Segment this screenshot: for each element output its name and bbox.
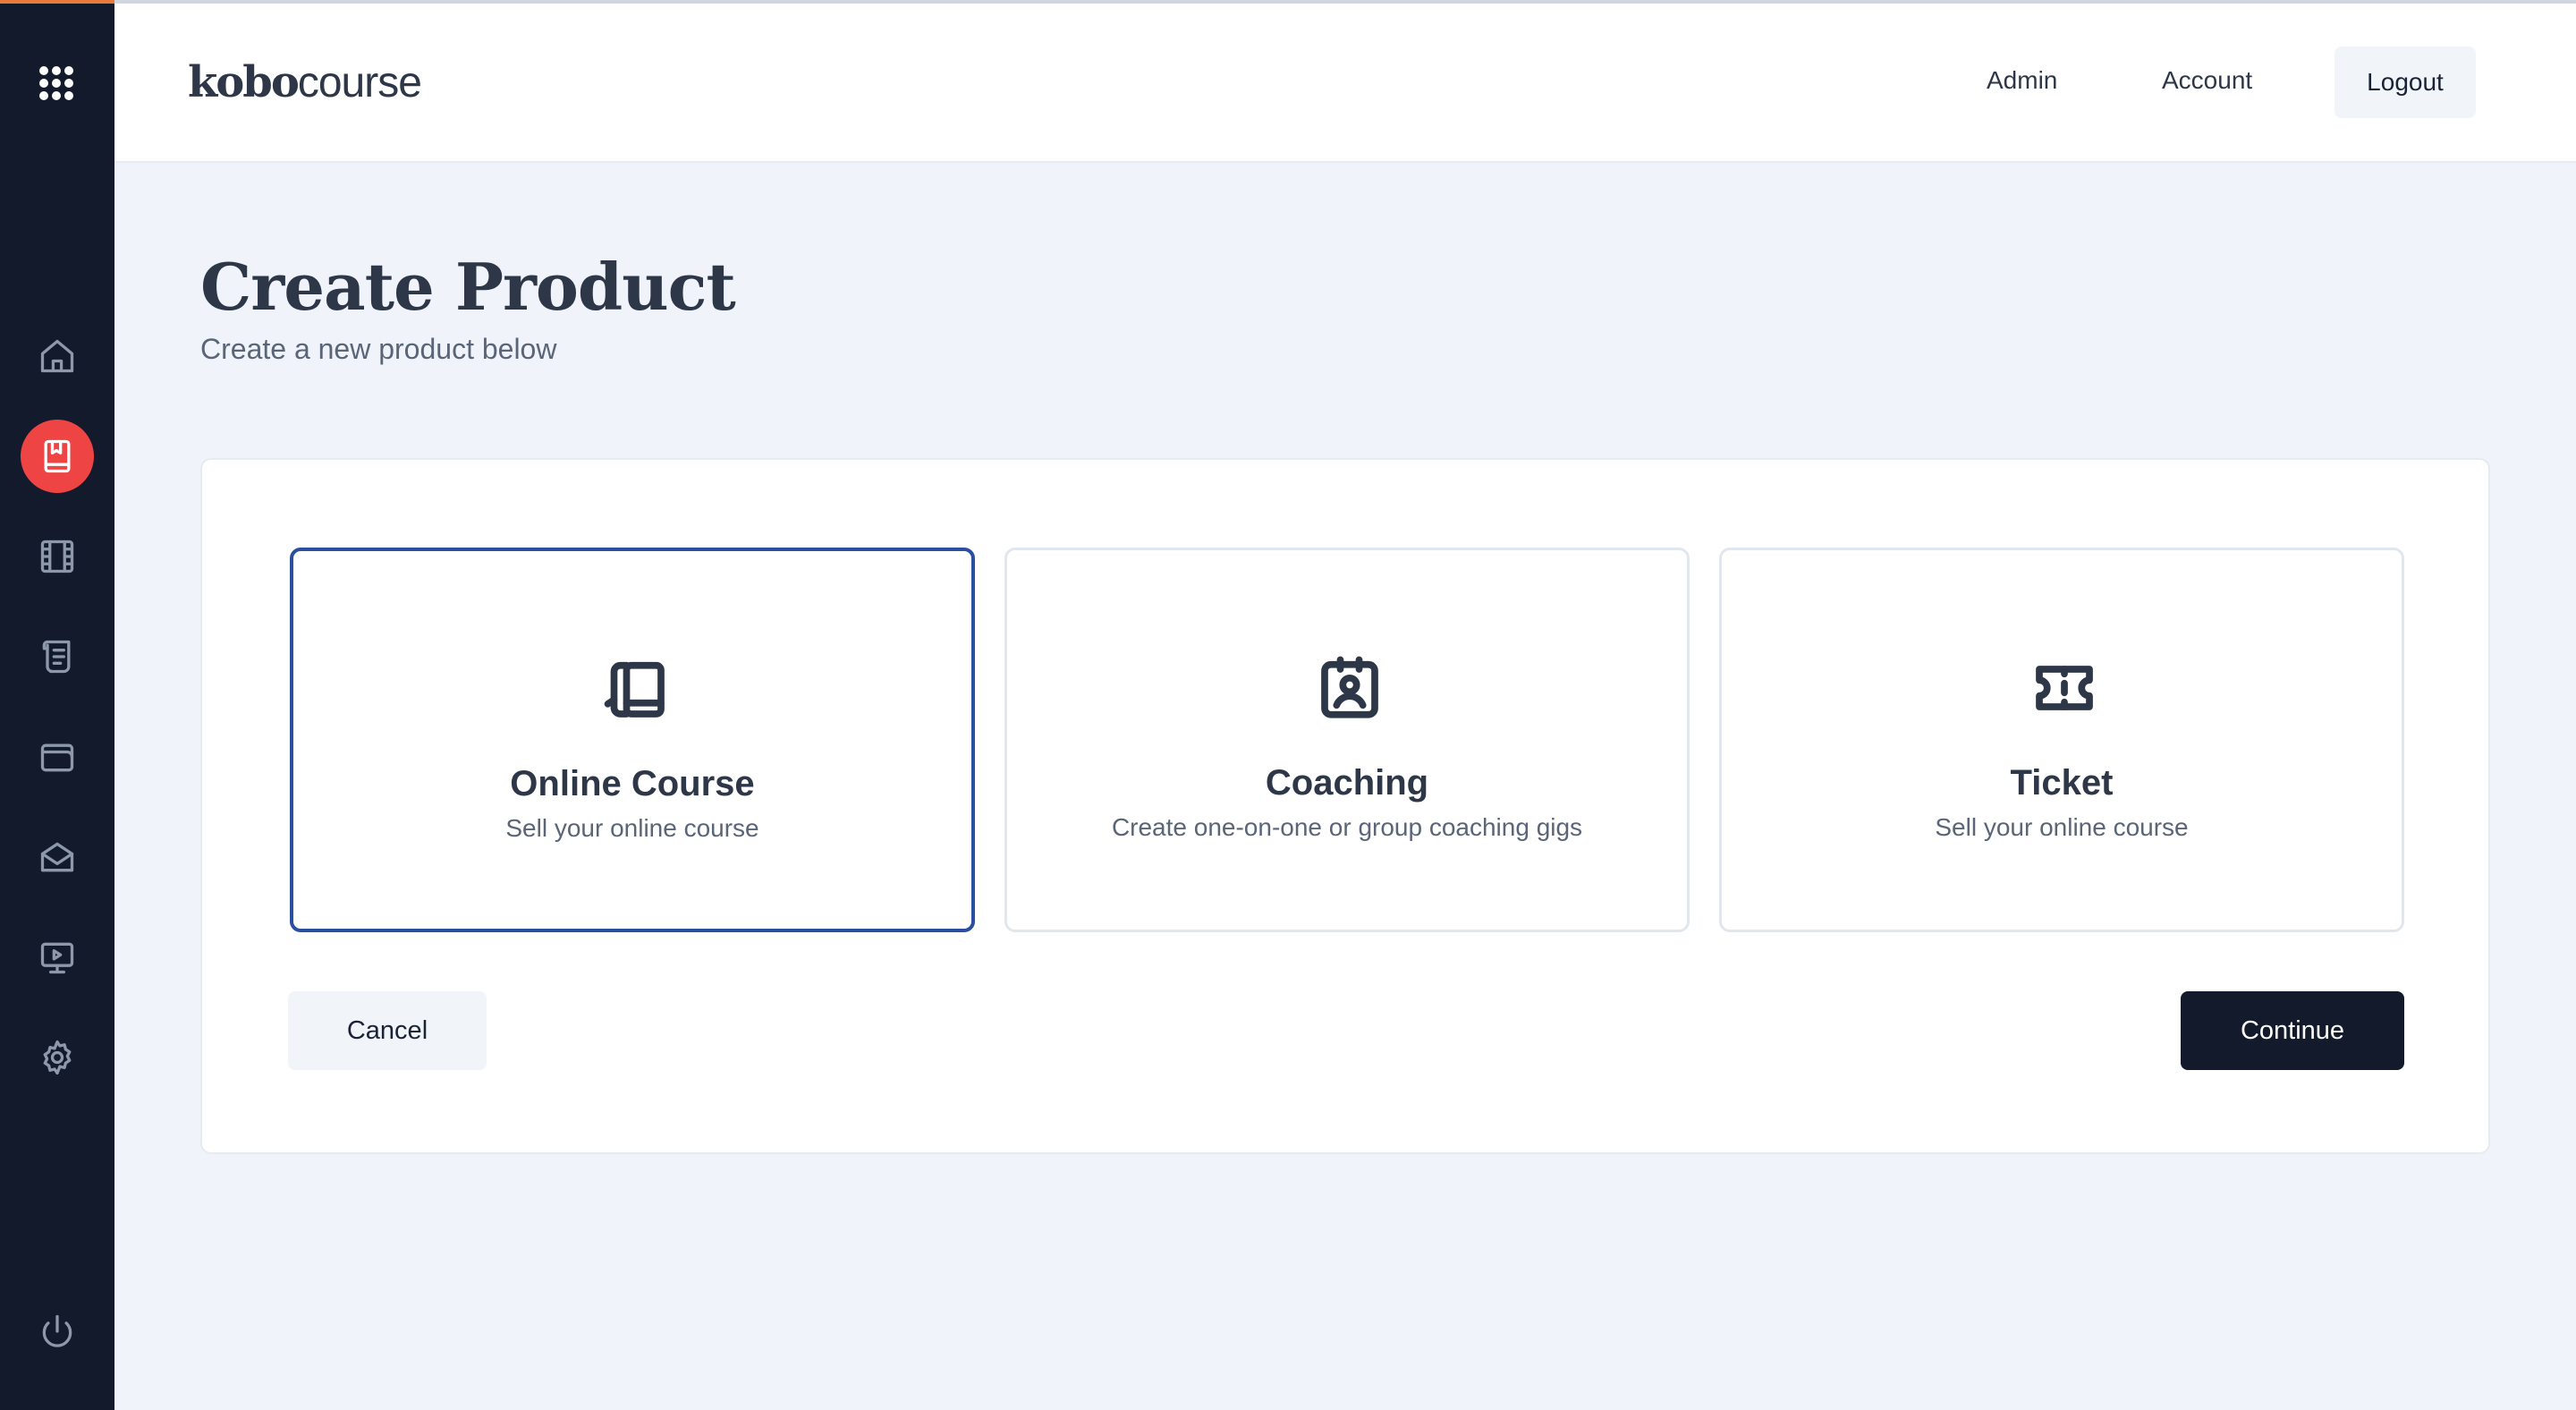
nav-admin-link[interactable]: Admin [1987, 66, 2057, 95]
option-title: Ticket [2010, 763, 2114, 803]
product-type-card: Online Course Sell your online course Co… [200, 458, 2490, 1154]
top-border [0, 0, 2576, 4]
top-header: kobocourse Admin Account Logout [114, 4, 2576, 163]
presentation-icon[interactable] [25, 925, 89, 990]
film-icon[interactable] [25, 524, 89, 589]
ticket-icon [2036, 666, 2093, 710]
apps-grid-icon[interactable] [39, 66, 73, 100]
sidebar [0, 0, 114, 1410]
option-title: Online Course [510, 764, 755, 803]
option-ticket[interactable]: Ticket Sell your online course [1719, 548, 2404, 932]
wallet-icon[interactable] [25, 725, 89, 789]
option-description: Create one-on-one or group coaching gigs [1111, 813, 1583, 841]
settings-icon[interactable] [25, 1025, 89, 1090]
logout-button[interactable]: Logout [2334, 47, 2476, 118]
option-coaching[interactable]: Coaching Create one-on-one or group coac… [1004, 548, 1690, 932]
kobocourse-logo[interactable]: kobocourse [188, 57, 422, 107]
cancel-button[interactable]: Cancel [288, 991, 487, 1070]
top-accent [0, 0, 114, 4]
mail-icon[interactable] [25, 825, 89, 889]
option-description: Sell your online course [1935, 813, 2189, 841]
book-icon[interactable] [21, 420, 94, 493]
option-online-course[interactable]: Online Course Sell your online course [290, 548, 975, 932]
page-subtitle: Create a new product below [200, 333, 557, 365]
page-title: Create Product [200, 249, 736, 325]
continue-button[interactable]: Continue [2181, 991, 2404, 1070]
scroll-icon[interactable] [25, 624, 89, 689]
nav-account-link[interactable]: Account [2162, 66, 2252, 95]
option-description: Sell your online course [505, 814, 759, 842]
user-badge-icon [1321, 656, 1378, 718]
home-icon[interactable] [25, 324, 89, 388]
books-icon [604, 661, 665, 718]
option-title: Coaching [1265, 763, 1429, 803]
power-icon[interactable] [25, 1299, 89, 1363]
